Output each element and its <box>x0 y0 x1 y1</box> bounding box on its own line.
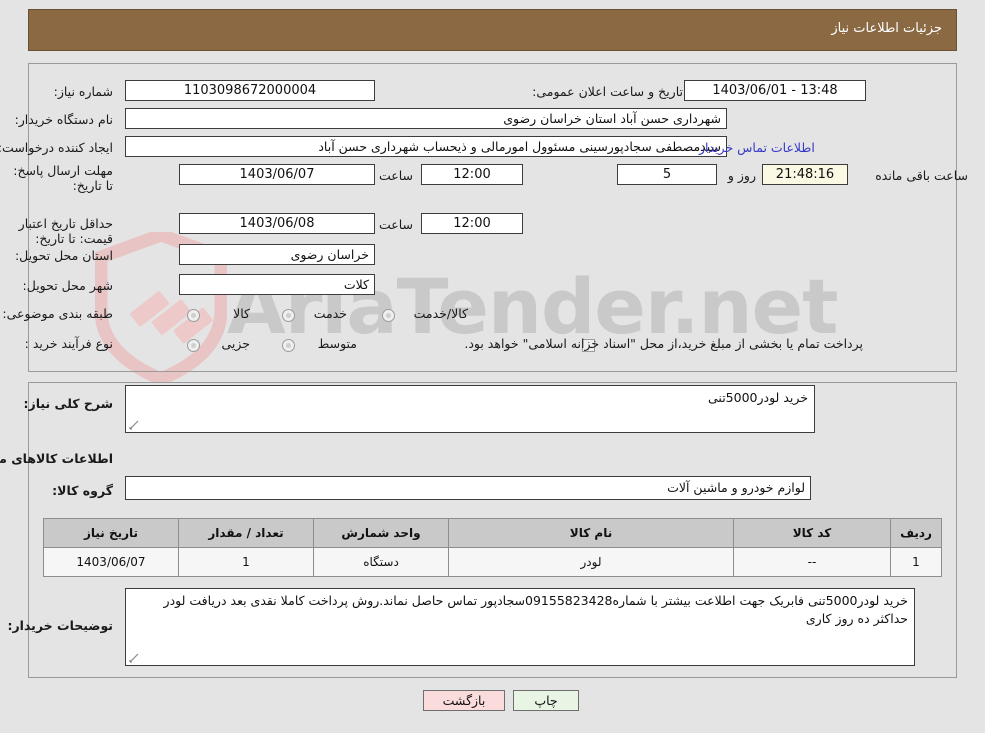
price-validity-time-label: ساعت <box>378 217 413 232</box>
page-root: AriaTender.net جزئیات اطلاعات نیاز شماره… <box>0 0 985 733</box>
city-label: شهر محل تحویل: <box>22 278 113 293</box>
th-code: کد کالا <box>733 518 891 548</box>
buyer-notes-textarea[interactable]: خرید لودر5000تنی فابریک جهت اطلاعت بیشتر… <box>125 588 915 666</box>
radio-category-kala[interactable] <box>187 309 200 322</box>
td-name: لودر <box>448 547 734 577</box>
province-value[interactable]: خراسان رضوی <box>179 244 375 265</box>
goods-info-heading: اطلاعات کالاهای مورد نیاز <box>0 451 113 466</box>
days-word-label: روز و <box>727 168 756 183</box>
buyer-notes-label: توضیحات خریدار: <box>7 618 113 633</box>
th-name: نام کالا <box>448 518 734 548</box>
deadline-date-value[interactable]: 1403/06/07 <box>179 164 375 185</box>
th-date: تاریخ نیاز <box>43 518 179 548</box>
buyer-org-value[interactable]: شهرداری حسن آباد استان خراسان رضوی <box>125 108 727 129</box>
td-unit: دستگاه <box>313 547 449 577</box>
deadline-time-value[interactable]: 12:00 <box>421 164 523 185</box>
price-validity-label: حداقل تاریخ اعتبار قیمت: تا تاریخ: <box>18 216 113 246</box>
radio-label-kala-khadamat: کالا/خدمت <box>413 306 468 321</box>
th-unit: واحد شمارش <box>313 518 449 548</box>
need-summary-textarea[interactable]: خرید لودر5000تنی <box>125 385 815 433</box>
goods-table: ردیف کد کالا نام کالا واحد شمارش تعداد /… <box>43 518 942 577</box>
radio-label-motevaset: متوسط <box>317 336 357 351</box>
back-button[interactable]: بازگشت <box>423 690 505 711</box>
deadline-time-label: ساعت <box>378 168 413 183</box>
need-summary-value: خرید لودر5000تنی <box>708 390 808 405</box>
province-label: استان محل تحویل: <box>14 248 113 263</box>
radio-label-khadamat: خدمت <box>313 306 347 321</box>
goods-group-value[interactable]: لوازم خودرو و ماشین آلات <box>125 476 811 500</box>
deadline-label: مهلت ارسال پاسخ: تا تاریخ: <box>13 163 113 193</box>
buyer-contact-link[interactable]: اطلاعات تماس خریدار <box>699 140 815 155</box>
print-button[interactable]: چاپ <box>513 690 579 711</box>
need-number-value[interactable]: 1103098672000004 <box>125 80 375 101</box>
goods-group-label: گروه کالا: <box>52 483 113 498</box>
page-header-bar: جزئیات اطلاعات نیاز <box>28 9 957 51</box>
radio-process-motevaset[interactable] <box>282 339 295 352</box>
radio-process-jozei[interactable] <box>187 339 200 352</box>
treasury-note-label: پرداخت تمام یا بخشی از مبلغ خرید،از محل … <box>464 336 863 351</box>
announce-date-label: تاریخ و ساعت اعلان عمومی: <box>532 84 683 99</box>
radio-category-kala-khadamat[interactable] <box>382 309 395 322</box>
price-validity-time-value[interactable]: 12:00 <box>421 213 523 234</box>
announce-date-value[interactable]: 1403/06/01 - 13:48 <box>684 80 866 101</box>
process-type-label: نوع فرآیند خرید : <box>24 336 113 351</box>
buyer-notes-value: خرید لودر5000تنی فابریک جهت اطلاعت بیشتر… <box>163 593 908 626</box>
radio-label-jozei: جزیی <box>221 336 250 351</box>
radio-category-khadamat[interactable] <box>282 309 295 322</box>
td-date: 1403/06/07 <box>43 547 179 577</box>
remaining-hours-label: ساعت باقی مانده <box>875 168 968 183</box>
countdown-timer: 21:48:16 <box>762 164 848 185</box>
table-header-row: ردیف کد کالا نام کالا واحد شمارش تعداد /… <box>43 518 942 548</box>
td-qty: 1 <box>178 547 314 577</box>
td-code: -- <box>733 547 891 577</box>
buyer-org-label: نام دستگاه خریدار: <box>14 112 113 127</box>
need-number-label: شماره نیاز: <box>53 84 113 99</box>
days-left-value: 5 <box>617 164 717 185</box>
table-row: 1 -- لودر دستگاه 1 1403/06/07 <box>43 547 942 577</box>
city-value[interactable]: کلات <box>179 274 375 295</box>
radio-label-kala: کالا <box>233 306 250 321</box>
creator-label: ایجاد کننده درخواست: <box>0 140 113 155</box>
resize-grip-icon[interactable] <box>128 419 140 431</box>
need-summary-label: شرح کلی نیاز: <box>23 396 113 411</box>
resize-grip-icon[interactable] <box>128 652 140 664</box>
category-label: طبقه بندی موضوعی: <box>2 306 113 321</box>
th-row: ردیف <box>890 518 942 548</box>
page-title: جزئیات اطلاعات نیاز <box>831 21 942 36</box>
creator-value[interactable]: سیدمصطفی سجادپورسینی مسئوول امورمالی و ذ… <box>125 136 727 157</box>
td-row: 1 <box>890 547 942 577</box>
th-qty: تعداد / مقدار <box>178 518 314 548</box>
price-validity-date-value[interactable]: 1403/06/08 <box>179 213 375 234</box>
